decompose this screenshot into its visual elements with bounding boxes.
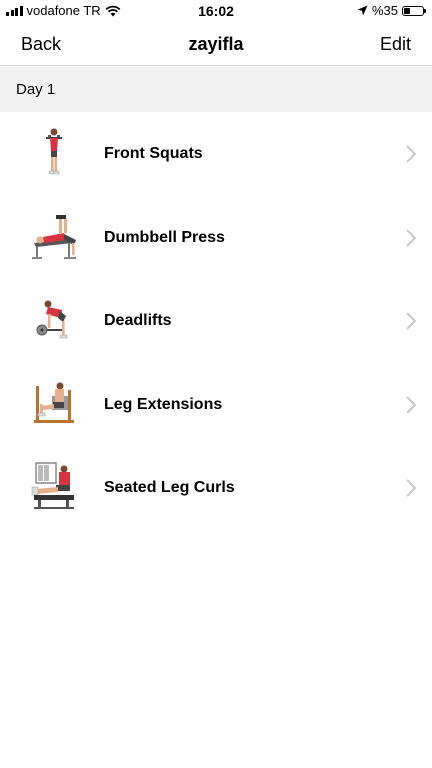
leg-extension-thumbnail	[34, 382, 74, 423]
status-bar: vodafone TR 16:02 %35	[0, 0, 432, 22]
exercise-name: Deadlifts	[104, 312, 172, 329]
navigation-bar: Back zayifla Edit	[0, 22, 432, 66]
battery-fill	[404, 7, 410, 14]
dumbbell-press-thumbnail	[32, 214, 76, 259]
chevron-right-icon	[406, 312, 416, 330]
edit-button[interactable]: Edit	[380, 34, 411, 55]
exercise-row-front-squats[interactable]: Front Squats	[0, 112, 432, 196]
exercise-row-deadlifts[interactable]: Deadlifts	[0, 279, 432, 363]
location-arrow-icon	[357, 5, 368, 16]
exercise-row-leg-extensions[interactable]: Leg Extensions	[0, 363, 432, 447]
exercise-name: Leg Extensions	[104, 395, 223, 413]
exercise-name: Seated Leg Curls	[104, 479, 235, 496]
seated-leg-curl-thumbnail	[31, 462, 74, 509]
battery-percent: %35	[371, 3, 398, 18]
chevron-right-icon	[406, 395, 416, 414]
exercise-row-seated-leg-curls[interactable]: Seated Leg Curls	[0, 446, 432, 530]
section-header-day: Day 1	[0, 67, 432, 112]
status-right: %35	[357, 3, 426, 18]
chevron-right-icon	[406, 228, 416, 247]
front-squat-thumbnail	[46, 128, 62, 175]
chevron-right-icon	[406, 479, 416, 497]
page-title: zayifla	[188, 34, 244, 54]
exercise-row-dumbbell-press[interactable]: Dumbbell Press	[0, 196, 432, 280]
battery-icon	[402, 5, 426, 16]
chevron-right-icon	[406, 145, 416, 163]
exercise-list: Front Squats Dumbbell Press Deadlifts Le…	[0, 112, 432, 530]
exercise-name: Front Squats	[104, 145, 203, 162]
exercise-name: Dumbbell Press	[104, 228, 225, 246]
back-button[interactable]: Back	[21, 34, 61, 55]
deadlift-thumbnail	[36, 300, 68, 339]
